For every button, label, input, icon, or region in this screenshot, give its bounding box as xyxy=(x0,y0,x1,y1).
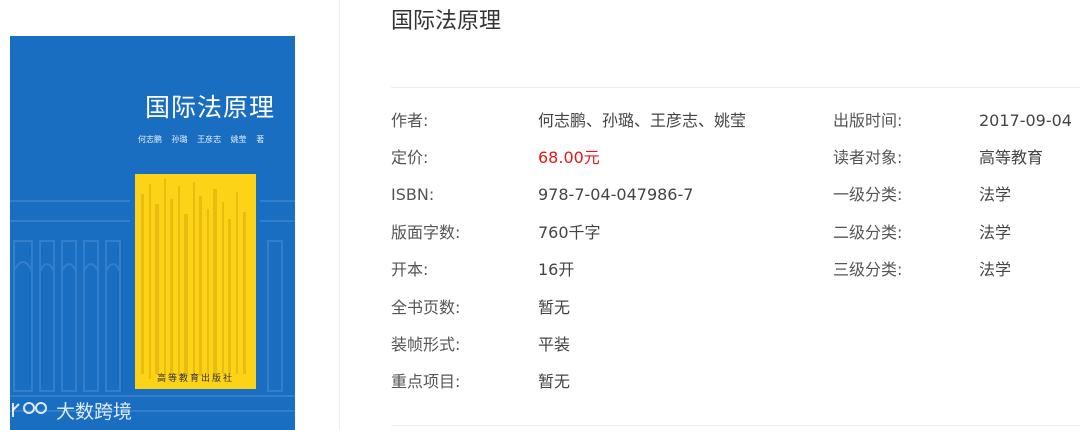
watermark: 大数跨境 xyxy=(10,396,132,424)
audience-label: 读者对象: xyxy=(833,148,903,167)
cover-author: 何志鹏 xyxy=(138,135,162,144)
cover-yellow-panel xyxy=(135,174,256,389)
brand-logo-icon xyxy=(10,399,50,421)
key-project-label: 重点项目: xyxy=(391,372,461,391)
publish-date-label: 出版时间: xyxy=(833,111,903,130)
cover-author: 姚莹 xyxy=(230,135,247,144)
binding-value: 平装 xyxy=(538,335,571,354)
book-title: 国际法原理 xyxy=(391,9,502,34)
watermark-text: 大数跨境 xyxy=(56,400,133,423)
author-value: 何志鹏、孙璐、王彦志、姚莹 xyxy=(538,111,747,130)
category-level3-value: 法学 xyxy=(979,260,1012,279)
category-level2-value: 法学 xyxy=(979,223,1012,242)
isbn-value: 978-7-04-047986-7 xyxy=(538,185,694,204)
category-level2-label: 二级分类: xyxy=(833,223,903,242)
cover-author: 孙璐 xyxy=(171,135,188,144)
column-pattern xyxy=(141,179,246,379)
cover-panel: 国际法原理 何志鹏 孙璐 王彦志 姚莹 著 高等教育出版社 大数跨境 xyxy=(0,0,340,430)
word-count-value: 760千字 xyxy=(538,223,601,242)
publish-date-value: 2017-09-04 xyxy=(979,111,1072,130)
page-count-value: 暂无 xyxy=(538,298,571,317)
cover-publisher: 高等教育出版社 xyxy=(156,374,234,384)
divider xyxy=(391,87,1080,88)
cover-title: 国际法原理 xyxy=(144,93,275,122)
cover-author: 王彦志 xyxy=(197,135,222,144)
page-count-label: 全书页数: xyxy=(391,298,461,317)
category-level1-label: 一级分类: xyxy=(833,185,903,204)
category-level3-label: 三级分类: xyxy=(833,260,903,279)
price-value: 68.00元 xyxy=(538,148,600,167)
format-label: 开本: xyxy=(391,260,429,279)
category-level1-value: 法学 xyxy=(979,185,1012,204)
word-count-label: 版面字数: xyxy=(391,223,461,242)
audience-value: 高等教育 xyxy=(979,148,1044,167)
format-value: 16开 xyxy=(538,260,575,279)
divider xyxy=(391,425,1080,426)
cover-authors: 何志鹏 孙璐 王彦志 姚莹 著 xyxy=(138,134,271,145)
isbn-label: ISBN: xyxy=(391,185,435,204)
book-cover-image[interactable]: 国际法原理 何志鹏 孙璐 王彦志 姚莹 著 高等教育出版社 xyxy=(10,36,295,430)
author-label: 作者: xyxy=(391,111,429,130)
price-label: 定价: xyxy=(391,148,429,167)
cover-author-suffix: 著 xyxy=(256,135,265,144)
binding-label: 装帧形式: xyxy=(391,335,461,354)
key-project-value: 暂无 xyxy=(538,372,571,391)
